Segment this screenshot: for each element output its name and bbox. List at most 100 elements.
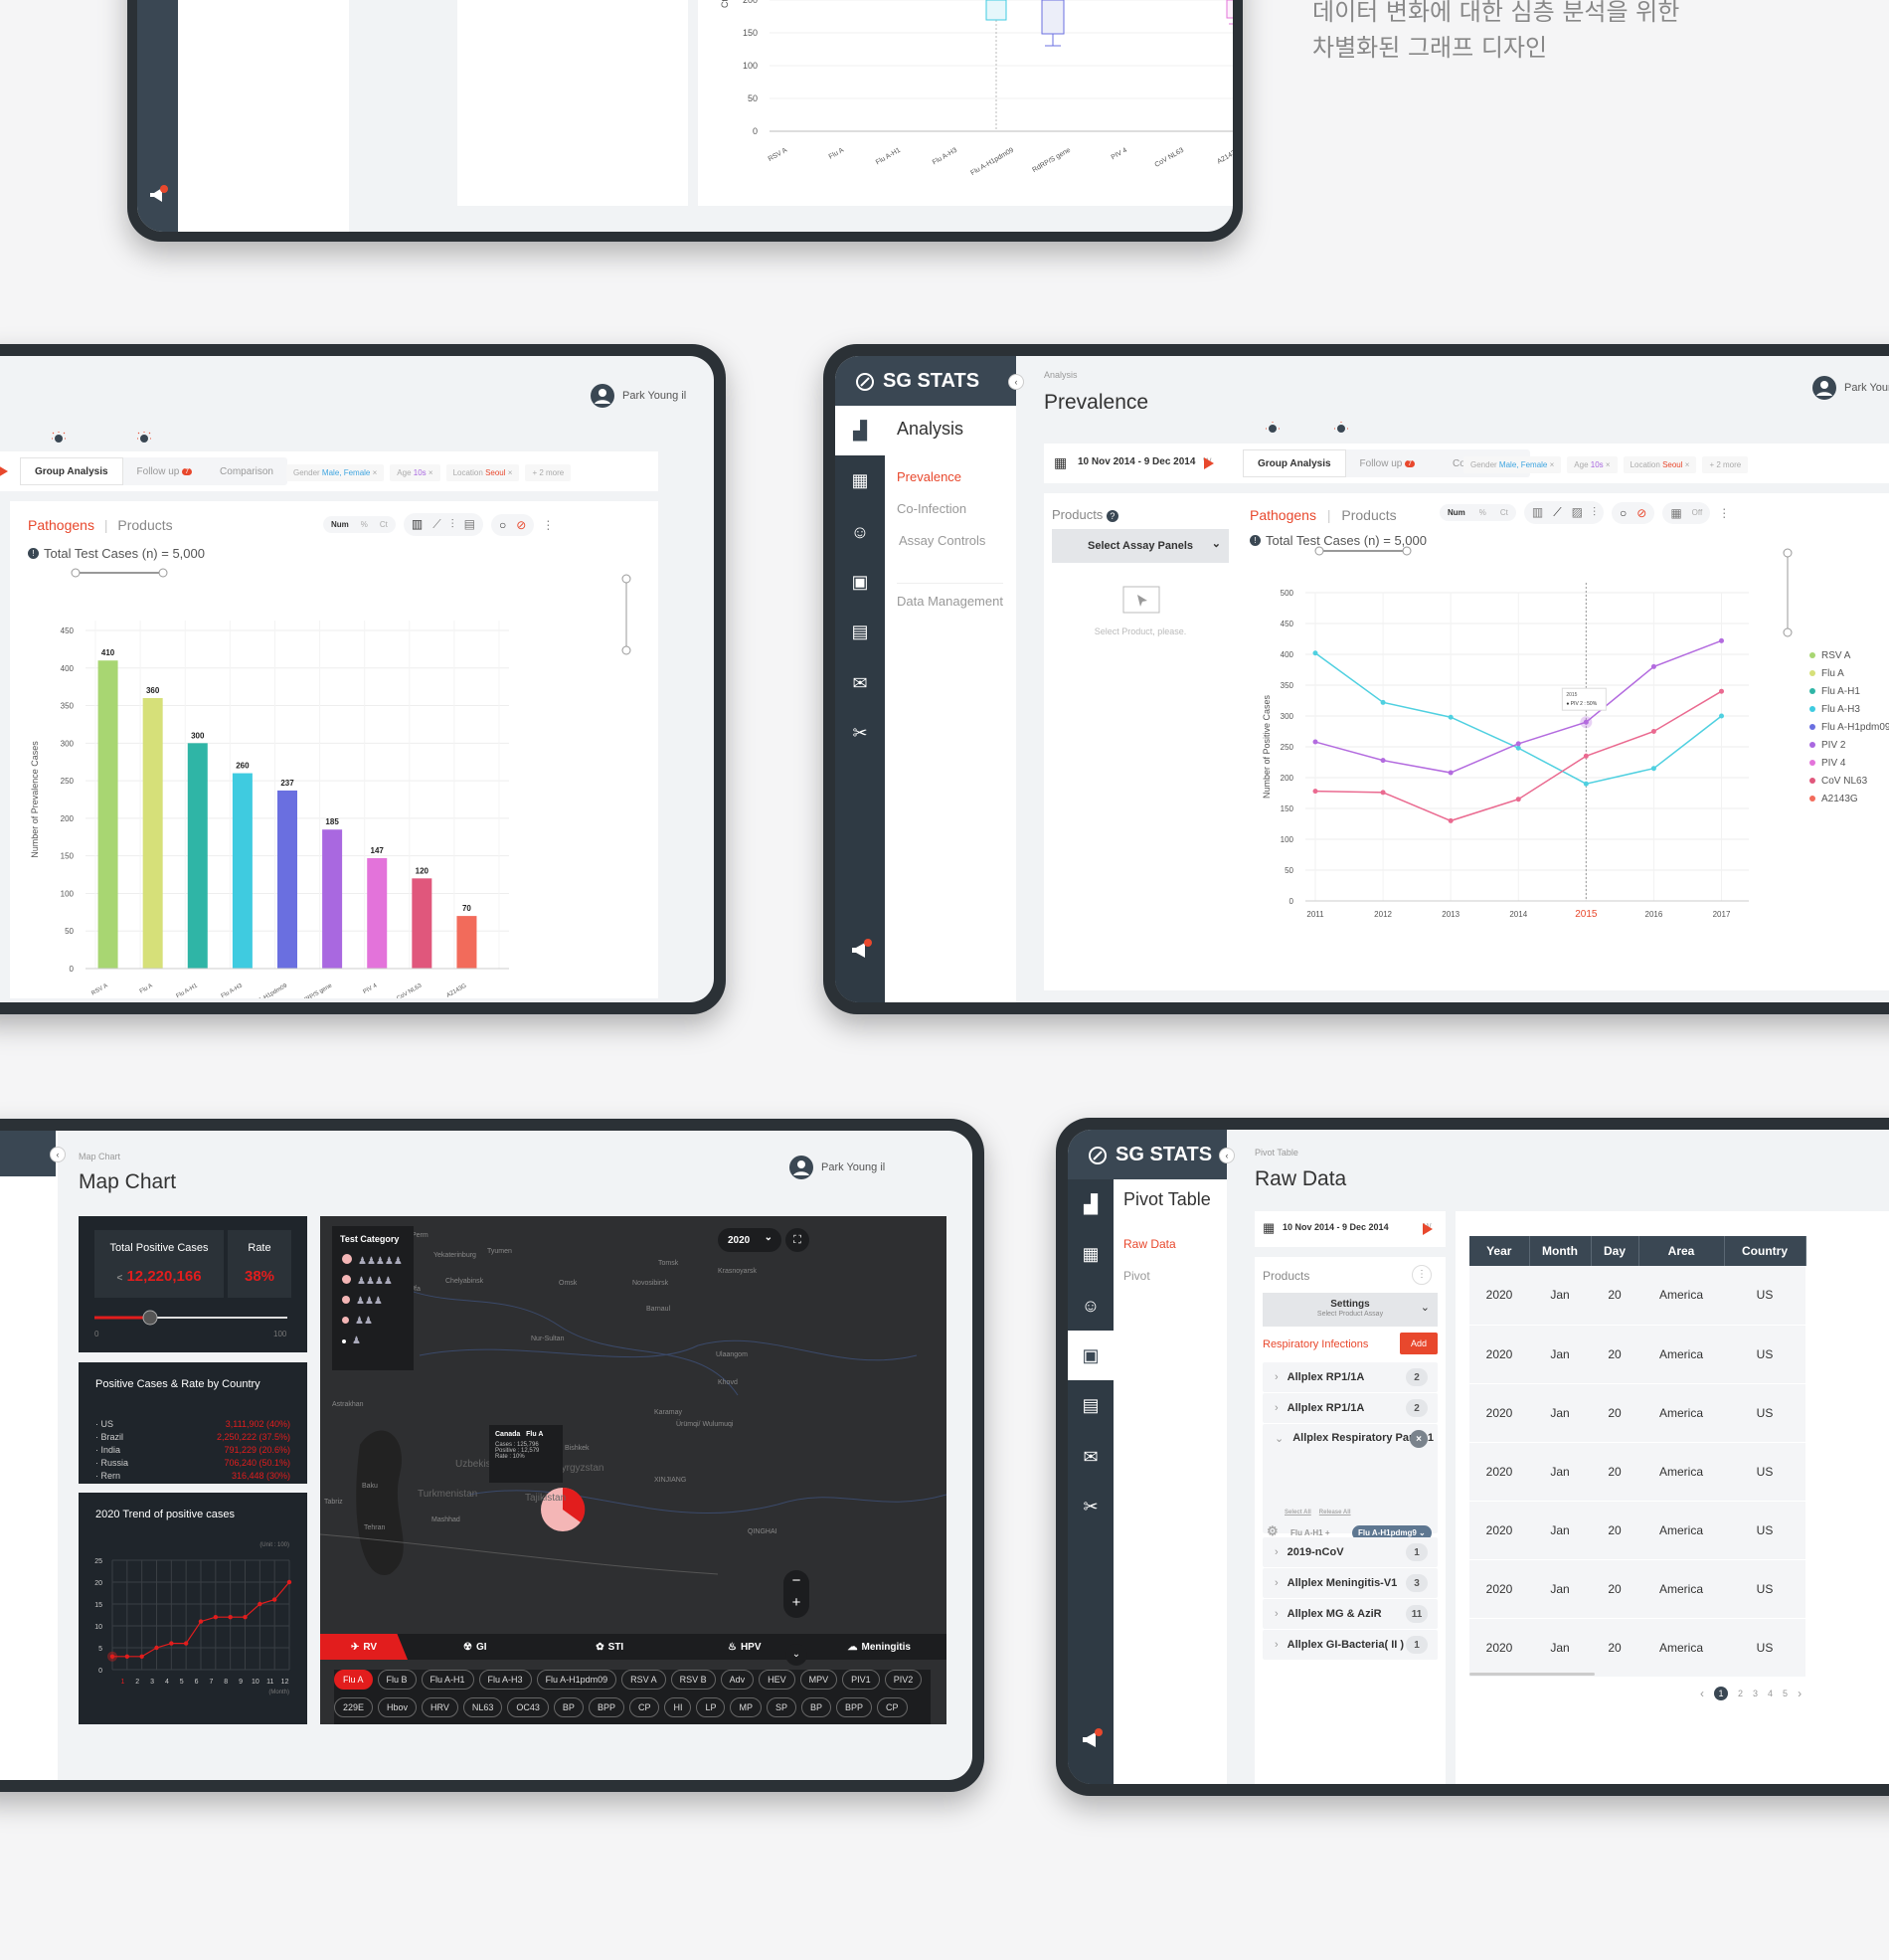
- pathogen-chip[interactable]: NL63: [462, 1697, 503, 1717]
- table-row[interactable]: 2020 Jan 20 America US: [1469, 1383, 1805, 1443]
- page-number[interactable]: 1: [1714, 1687, 1728, 1700]
- page-number[interactable]: 5: [1783, 1689, 1788, 1698]
- pathogen-chip[interactable]: Flu B: [377, 1670, 417, 1690]
- nav-dashboard[interactable]: ▦: [835, 455, 885, 505]
- nav-mail[interactable]: ✉: [1068, 1432, 1114, 1482]
- legend-item-flu-a-h1[interactable]: Flu A-H1: [1809, 686, 1889, 697]
- product-row[interactable]: › Allplex MG & AziR 11: [1263, 1599, 1438, 1629]
- country-row[interactable]: · Brazil 2,250,222 (37.5%): [95, 1431, 290, 1444]
- add-button[interactable]: Add: [1400, 1333, 1438, 1354]
- pathogen-chip[interactable]: Flu A: [334, 1670, 373, 1690]
- megaphone-icon[interactable]: [849, 939, 873, 966]
- product-row[interactable]: › Allplex GI-Bacteria( II ) 1: [1263, 1630, 1438, 1660]
- year-select[interactable]: 2020 ⌄: [718, 1228, 781, 1252]
- zoom-out-button[interactable]: −: [783, 1570, 809, 1592]
- page-number[interactable]: 3: [1753, 1689, 1758, 1698]
- pathogen-chip[interactable]: 229E: [334, 1697, 374, 1717]
- category-tab-meningitis[interactable]: ☁ Meningitis: [812, 1634, 947, 1660]
- user-profile[interactable]: Park Young il: [789, 1156, 885, 1179]
- pathogen-chip[interactable]: MPV: [799, 1670, 838, 1690]
- pathogen-chip[interactable]: PIV1: [842, 1670, 880, 1690]
- column-header-day[interactable]: Day: [1591, 1236, 1639, 1266]
- menu-prevalence[interactable]: Prevalence: [897, 469, 961, 484]
- zoom-in-button[interactable]: +: [783, 1592, 809, 1614]
- pathogen-chip[interactable]: BP: [801, 1697, 832, 1717]
- nav-dashboard[interactable]: ▦: [1068, 1229, 1114, 1279]
- table-row[interactable]: 2020 Jan 20 America US: [1469, 1442, 1805, 1502]
- legend-item-cov-nl63[interactable]: CoV NL63: [1809, 776, 1889, 787]
- table-row[interactable]: 2020 Jan 20 America US: [1469, 1325, 1805, 1384]
- pathogen-chip[interactable]: OC43: [507, 1697, 549, 1717]
- kpi-slider[interactable]: [94, 1308, 293, 1328]
- product-row[interactable]: › Allplex Meningitis-V1 3: [1263, 1568, 1438, 1598]
- play-button[interactable]: [0, 463, 10, 479]
- filter-gender[interactable]: Gender Male, Female ×: [286, 464, 385, 481]
- filter-location[interactable]: Location Seoul ×: [1623, 456, 1697, 473]
- country-row[interactable]: · India 791,229 (20.6%): [95, 1444, 290, 1457]
- country-row[interactable]: · Russia 706,240 (50.1%): [95, 1457, 290, 1470]
- play-button[interactable]: [1202, 455, 1216, 476]
- legend-item-flu-a-h3[interactable]: Flu A-H3: [1809, 704, 1889, 715]
- nav-analysis[interactable]: ▟: [835, 406, 885, 455]
- brand[interactable]: SG STATS: [1088, 1144, 1212, 1166]
- column-header-year[interactable]: Year: [1469, 1236, 1530, 1266]
- country-row[interactable]: · US 3,111,902 (40%): [95, 1418, 290, 1431]
- pathogen-chip[interactable]: Flu A-H3: [478, 1670, 532, 1690]
- date-range[interactable]: 10 Nov 2014 - 9 Dec 2014: [1283, 1222, 1389, 1232]
- pathogen-chip[interactable]: RSV A: [621, 1670, 666, 1690]
- collapse-tabs-button[interactable]: ⌄: [785, 1644, 807, 1666]
- pathogen-chip[interactable]: HRV: [422, 1697, 458, 1717]
- megaphone-icon[interactable]: [1080, 1728, 1104, 1755]
- settings-dropdown[interactable]: Settings Select Product Assay ⌄: [1263, 1293, 1438, 1327]
- select-all-link[interactable]: Select All: [1285, 1510, 1311, 1515]
- menu-co-infection[interactable]: Co-Infection: [897, 501, 966, 516]
- page-number[interactable]: 2: [1738, 1689, 1743, 1698]
- filter-location[interactable]: Location Seoul ×: [445, 464, 520, 481]
- pathogen-chip[interactable]: CP: [877, 1697, 908, 1717]
- pathogen-chip[interactable]: LP: [696, 1697, 726, 1717]
- pathogen-chip[interactable]: Hbov: [378, 1697, 418, 1717]
- menu-raw-data[interactable]: Raw Data: [1123, 1237, 1176, 1251]
- column-header-month[interactable]: Month: [1529, 1236, 1592, 1266]
- product-row[interactable]: ⌄ Allplex Respiratory Panel 1 × Select All R…: [1263, 1424, 1438, 1562]
- product-row[interactable]: › 2019-nCoV 1: [1263, 1537, 1438, 1567]
- category-tab-sti[interactable]: ✿ STI: [543, 1634, 678, 1660]
- nav-tools[interactable]: ✂: [1068, 1482, 1114, 1531]
- megaphone-icon[interactable]: [147, 185, 169, 210]
- legend-item-piv-4[interactable]: PIV 4: [1809, 758, 1889, 769]
- tab-comparison[interactable]: Comparison: [206, 457, 287, 485]
- filter-age[interactable]: Age 10s ×: [1567, 456, 1618, 473]
- pathogen-chip[interactable]: BP: [553, 1697, 584, 1717]
- nav-reports[interactable]: ▤: [835, 607, 885, 656]
- tab-group-analysis[interactable]: Group Analysis: [20, 457, 123, 485]
- filter-more[interactable]: + 2 more: [1702, 456, 1749, 473]
- pathogen-chip[interactable]: CP: [628, 1697, 660, 1717]
- products-more-icon[interactable]: ⋮: [1412, 1265, 1432, 1285]
- horizontal-scrollbar[interactable]: [1469, 1673, 1595, 1676]
- column-header-area[interactable]: Area: [1638, 1236, 1725, 1266]
- collapse-sidebar-button[interactable]: ‹: [1219, 1148, 1235, 1163]
- tab-group-analysis[interactable]: Group Analysis: [1243, 449, 1346, 477]
- category-tab-gi[interactable]: ☢ GI: [408, 1634, 543, 1660]
- nav-users[interactable]: ☺: [835, 507, 885, 557]
- prev-page-button[interactable]: ‹: [1700, 1687, 1704, 1700]
- legend-item-flu-a[interactable]: Flu A: [1809, 668, 1889, 679]
- nav-analysis[interactable]: ▟: [1068, 1179, 1114, 1229]
- pathogen-chip[interactable]: PIV2: [884, 1670, 923, 1690]
- user-profile[interactable]: Park Young il: [591, 384, 686, 408]
- legend-item-piv-2[interactable]: PIV 2: [1809, 740, 1889, 751]
- column-header-country[interactable]: Country: [1724, 1236, 1806, 1266]
- menu-assay-controls[interactable]: Assay Controls: [899, 533, 985, 548]
- user-profile[interactable]: Park Young: [1812, 376, 1889, 400]
- table-row[interactable]: 2020 Jan 20 America US: [1469, 1501, 1805, 1560]
- pathogen-chip[interactable]: RSV B: [670, 1670, 716, 1690]
- filter-age[interactable]: Age 10s ×: [390, 464, 440, 481]
- page-number[interactable]: 4: [1768, 1689, 1773, 1698]
- pathogen-chip[interactable]: MP: [730, 1697, 762, 1717]
- pathogen-chip[interactable]: SP: [766, 1697, 796, 1717]
- pathogen-chip[interactable]: BPP: [588, 1697, 624, 1717]
- pathogen-chip[interactable]: HI: [664, 1697, 692, 1717]
- country-row[interactable]: · Rern 316,448 (30%): [95, 1470, 290, 1483]
- help-icon[interactable]: ?: [1106, 510, 1118, 522]
- table-row[interactable]: 2020 Jan 20 America US: [1469, 1618, 1805, 1678]
